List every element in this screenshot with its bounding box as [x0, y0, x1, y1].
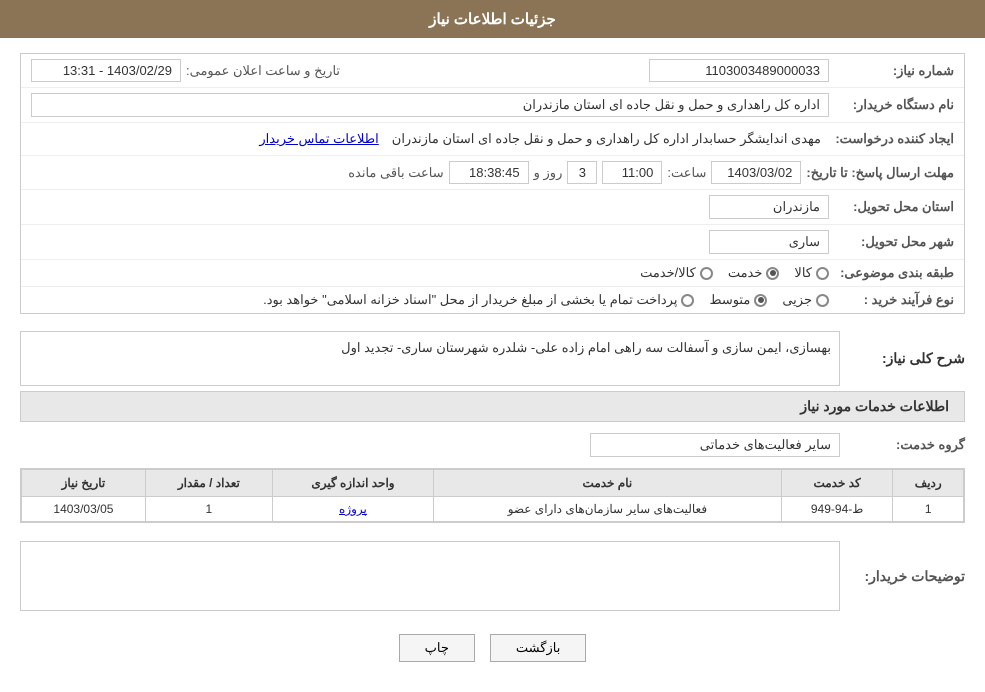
page-title: جزئیات اطلاعات نیاز	[429, 11, 556, 28]
buyer-org-value: اداره کل راهداری و حمل و نقل جاده ای است…	[31, 93, 829, 117]
need-number-value: 1103003489000033	[649, 59, 829, 82]
deadline-time-label: ساعت:	[667, 165, 706, 181]
deadline-date-value: 1403/03/02	[711, 161, 801, 184]
col-service-code: کد خدمت	[781, 470, 893, 497]
radio-kala-khedmat-label: کالا/خدمت	[640, 265, 696, 281]
radio-jozii-icon	[816, 294, 829, 307]
purchase-type-esnad[interactable]: پرداخت تمام یا بخشی از مبلغ خریدار از مح…	[263, 292, 694, 308]
print-button[interactable]: چاپ	[399, 634, 475, 662]
category-label: طبقه بندی موضوعی:	[834, 265, 954, 281]
cell-date: 1403/03/05	[22, 497, 146, 522]
row-description: شرح کلی نیاز: بهسازی، ایمن سازی و آسفالت…	[20, 326, 965, 391]
row-buyer-notes: توضیحات خریدار:	[20, 533, 965, 619]
row-purchase-type: نوع فرآیند خرید : جزیی متوسط پرداخت تمام…	[21, 287, 964, 313]
back-button[interactable]: بازگشت	[490, 634, 586, 662]
deadline-days-value: 3	[567, 161, 597, 184]
description-label: شرح کلی نیاز:	[845, 350, 965, 367]
bottom-buttons: بازگشت چاپ	[20, 619, 965, 677]
deadline-time-value: 11:00	[602, 161, 662, 184]
cell-unit[interactable]: پروژه	[272, 497, 433, 522]
row-category: طبقه بندی موضوعی: کالا خدمت کالا/خدمت	[21, 260, 964, 287]
description-value: بهسازی، ایمن سازی و آسفالت سه راهی امام …	[20, 331, 840, 386]
col-rownum: ردیف	[893, 470, 964, 497]
cell-rownum: 1	[893, 497, 964, 522]
radio-khedmat-label: خدمت	[728, 265, 763, 281]
main-info-block: شماره نیاز: 1103003489000033 تاریخ و ساع…	[20, 53, 965, 314]
deadline-remaining-value: 18:38:45	[449, 161, 529, 184]
row-service-group: گروه خدمت: سایر فعالیت‌های خدماتی	[20, 430, 965, 460]
col-unit: واحد اندازه گیری	[272, 470, 433, 497]
category-radio-group: کالا خدمت کالا/خدمت	[640, 265, 829, 281]
services-table-container: ردیف کد خدمت نام خدمت واحد اندازه گیری ت…	[20, 468, 965, 523]
cell-service-name: فعالیت‌های سایر سازمان‌های دارای عضو	[434, 497, 782, 522]
radio-jozii-label: جزیی	[782, 292, 812, 308]
table-row: 1 ط-94-949 فعالیت‌های سایر سازمان‌های دا…	[22, 497, 964, 522]
buyer-notes-label: توضیحات خریدار:	[845, 568, 965, 585]
radio-motavasset-icon	[754, 294, 767, 307]
radio-esnad-label: پرداخت تمام یا بخشی از مبلغ خریدار از مح…	[263, 292, 677, 308]
radio-motavasset-label: متوسط	[709, 292, 750, 308]
announcement-date-label: تاریخ و ساعت اعلان عمومی:	[186, 63, 340, 79]
need-number-label: شماره نیاز:	[834, 63, 954, 79]
row-province: استان محل تحویل: مازندران	[21, 190, 964, 225]
purchase-type-label: نوع فرآیند خرید :	[834, 292, 954, 308]
province-value: مازندران	[709, 195, 829, 219]
category-option-kala[interactable]: کالا	[794, 265, 829, 281]
services-table: ردیف کد خدمت نام خدمت واحد اندازه گیری ت…	[21, 469, 964, 522]
row-deadline: مهلت ارسال پاسخ: تا تاریخ: 1403/03/02 سا…	[21, 156, 964, 190]
buyer-notes-value	[20, 541, 840, 611]
radio-kala-icon	[816, 267, 829, 280]
row-need-number: شماره نیاز: 1103003489000033 تاریخ و ساع…	[21, 54, 964, 88]
content-area: شماره نیاز: 1103003489000033 تاریخ و ساع…	[0, 38, 985, 692]
creator-link[interactable]: اطلاعات تماس خریدار	[259, 131, 378, 147]
row-buyer-org: نام دستگاه خریدار: اداره کل راهداری و حم…	[21, 88, 964, 123]
creator-label: ایجاد کننده درخواست:	[834, 131, 954, 147]
row-city: شهر محل تحویل: ساری	[21, 225, 964, 260]
city-label: شهر محل تحویل:	[834, 234, 954, 250]
cell-quantity: 1	[145, 497, 272, 522]
city-value: ساری	[709, 230, 829, 254]
purchase-type-motavasset[interactable]: متوسط	[709, 292, 767, 308]
deadline-label: مهلت ارسال پاسخ: تا تاریخ:	[806, 165, 954, 181]
radio-kala-khedmat-icon	[700, 267, 713, 280]
category-option-khedmat[interactable]: خدمت	[728, 265, 780, 281]
services-section-title: اطلاعات خدمات مورد نیاز	[20, 391, 965, 422]
cell-service-code: ط-94-949	[781, 497, 893, 522]
row-creator: ایجاد کننده درخواست: مهدی اندایشگر حسابد…	[21, 123, 964, 156]
purchase-type-jozii[interactable]: جزیی	[782, 292, 829, 308]
page-wrapper: جزئیات اطلاعات نیاز شماره نیاز: 11030034…	[0, 0, 985, 692]
deadline-days-label: روز و	[534, 165, 563, 181]
category-option-kala-khedmat[interactable]: کالا/خدمت	[640, 265, 713, 281]
creator-value: مهدی اندایشگر حسابدار اداره کل راهداری و…	[384, 128, 829, 150]
radio-esnad-icon	[681, 294, 694, 307]
service-group-value: سایر فعالیت‌های خدماتی	[590, 433, 840, 457]
radio-kala-label: کالا	[794, 265, 812, 281]
col-quantity: تعداد / مقدار	[145, 470, 272, 497]
announcement-date-value: 1403/02/29 - 13:31	[31, 59, 181, 82]
province-label: استان محل تحویل:	[834, 199, 954, 215]
deadline-remaining-label: ساعت باقی مانده	[348, 165, 443, 181]
col-service-name: نام خدمت	[434, 470, 782, 497]
service-group-label: گروه خدمت:	[845, 437, 965, 453]
col-date: تاریخ نیاز	[22, 470, 146, 497]
buyer-org-label: نام دستگاه خریدار:	[834, 97, 954, 113]
radio-khedmat-icon	[766, 267, 779, 280]
page-header: جزئیات اطلاعات نیاز	[0, 0, 985, 38]
purchase-type-radio-group: جزیی متوسط پرداخت تمام یا بخشی از مبلغ خ…	[263, 292, 829, 308]
